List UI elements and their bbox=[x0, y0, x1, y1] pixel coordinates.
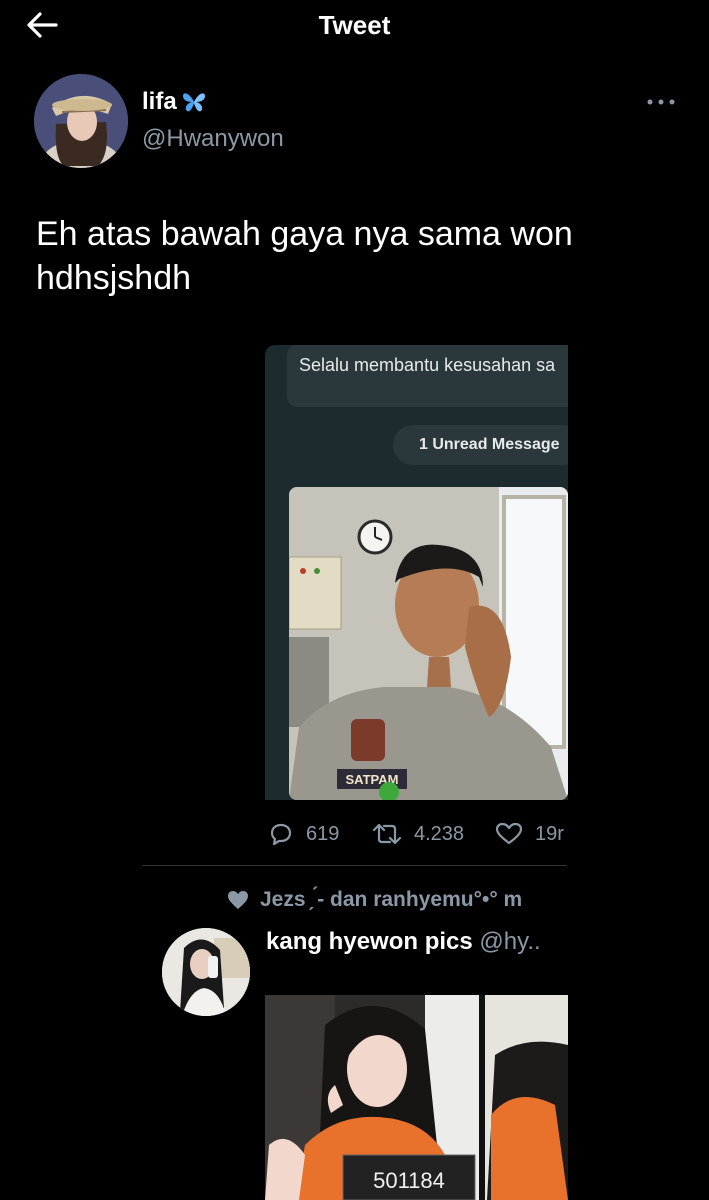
reply-author-avatar[interactable] bbox=[162, 928, 250, 1016]
reply-button[interactable]: 619 bbox=[268, 822, 372, 846]
chat-photo: SATPAM bbox=[289, 487, 568, 800]
author-avatar[interactable] bbox=[34, 74, 128, 168]
tweet-media-image[interactable]: Selalu membantu kesusahan sa 1 Unread Me… bbox=[265, 345, 568, 800]
butterfly-icon bbox=[182, 93, 205, 112]
page-title: Tweet bbox=[318, 10, 391, 40]
avatar-image bbox=[34, 74, 128, 168]
author-name-label: lifa bbox=[142, 88, 177, 115]
reply-avatar-image bbox=[162, 928, 250, 1016]
divider bbox=[142, 865, 567, 866]
reply-media-image[interactable]: 501184 bbox=[265, 995, 568, 1200]
reply-icon bbox=[270, 823, 292, 846]
like-button[interactable]: 19r bbox=[495, 822, 564, 846]
like-count: 19r bbox=[535, 822, 564, 845]
more-horizontal-icon bbox=[647, 99, 675, 105]
heart-filled-icon bbox=[228, 891, 248, 909]
reply-author[interactable]: kang hyewon pics @hy.. bbox=[266, 928, 541, 956]
retweet-count: 4.238 bbox=[414, 822, 465, 845]
chat-message-bubble: Selalu membantu kesusahan sa bbox=[287, 345, 568, 407]
placard-number: 501184 bbox=[373, 1168, 445, 1193]
retweet-icon bbox=[372, 823, 402, 845]
retweet-button[interactable]: 4.238 bbox=[372, 822, 495, 846]
author-name[interactable]: lifa bbox=[142, 88, 207, 116]
tweet-text: Eh atas bawah gaya nya sama won hdhsjshd… bbox=[36, 215, 573, 297]
more-options-button[interactable] bbox=[645, 92, 677, 112]
heart-outline-icon bbox=[495, 822, 523, 845]
unread-message-pill: 1 Unread Message bbox=[393, 425, 568, 465]
reply-author-handle: @hy.. bbox=[479, 928, 541, 955]
reply-author-name: kang hyewon pics bbox=[266, 928, 473, 955]
liked-by-text: Jezs ̗ ́- dan ranhyemu°•° m bbox=[260, 888, 523, 911]
tweet-actions: 619 4.238 19r bbox=[268, 820, 564, 848]
liked-by-line[interactable]: Jezs ̗ ́- dan ranhyemu°•° m bbox=[226, 888, 522, 912]
reply-count: 619 bbox=[306, 822, 340, 845]
author-handle[interactable]: @Hwanywon bbox=[142, 125, 284, 153]
